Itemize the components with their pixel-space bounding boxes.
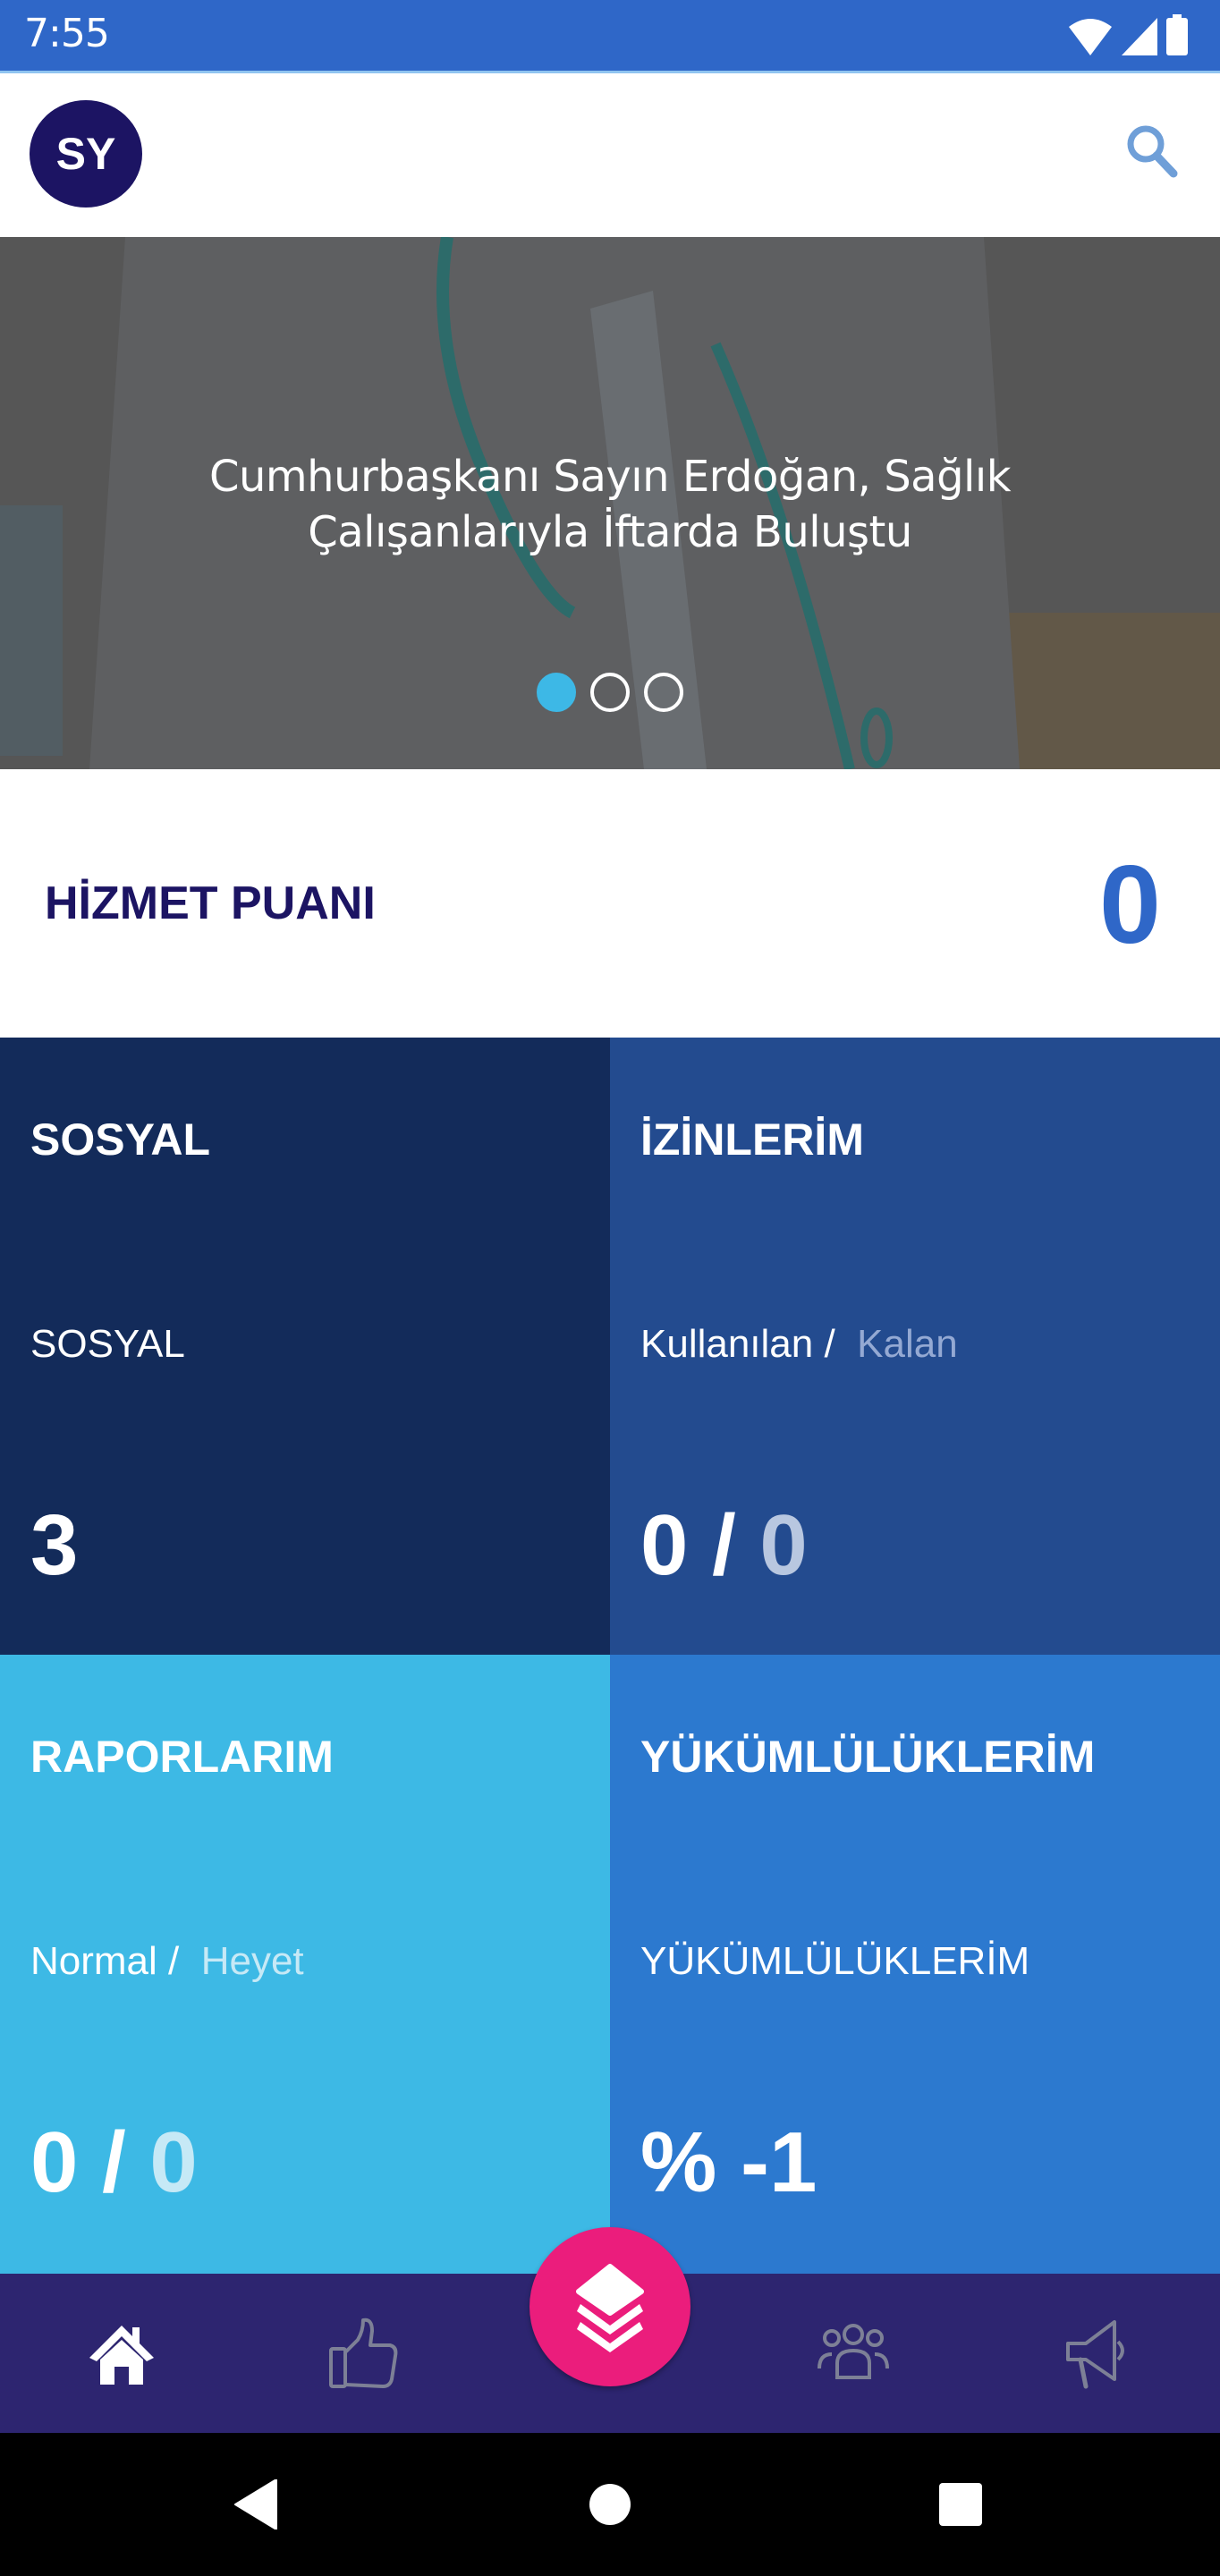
search-button[interactable] [1122,120,1184,182]
megaphone-icon [1066,2320,1124,2389]
signal-icon [1122,18,1157,55]
tile-value-separator: / [688,1497,760,1593]
news-headline[interactable]: Cumhurbaşkanı Sayın Erdoğan, Sağlık Çalı… [0,449,1220,560]
tile-value-primary: % -1 [640,2114,818,2210]
recents-icon [939,2483,982,2526]
nav-home[interactable] [77,2309,166,2399]
tile-subtitle-secondary: Heyet [200,1939,304,1983]
nav-likes[interactable] [318,2309,408,2399]
news-carousel[interactable]: Cumhurbaşkanı Sayın Erdoğan, Sağlık Çalı… [0,237,1220,769]
nav-groups[interactable] [809,2309,898,2399]
carousel-dot-2[interactable] [590,673,630,712]
tile-value: % -1 [640,2120,817,2206]
tile-yukumluluklerim[interactable]: YÜKÜMLÜLÜKLERİM YÜKÜMLÜLÜKLERİM % -1 [610,1655,1220,2274]
tile-sosyal[interactable]: SOSYAL SOSYAL 3 [0,1038,610,1655]
tile-subtitle-secondary: Kalan [857,1322,958,1366]
system-navigation-bar [0,2433,1220,2576]
tile-value-primary: 0 [640,1497,689,1593]
news-headline-line2: Çalışanlarıyla İftarda Buluştu [308,507,912,557]
status-time: 7:55 [24,11,110,56]
tile-value: 3 [30,1503,78,1589]
service-score-label: HİZMET PUANI [45,877,376,929]
tile-value-secondary: 0 [149,2114,198,2210]
tile-izinlerim[interactable]: İZİNLERİM Kullanılan / Kalan 0 / 0 [610,1038,1220,1655]
service-score-value: 0 [1099,843,1161,967]
tile-title: RAPORLARIM [30,1732,334,1782]
tile-value: 0 / 0 [30,2120,198,2206]
menu-fab[interactable] [530,2227,690,2386]
home-circle-icon [589,2484,631,2525]
tile-subtitle-primary: Normal / [30,1939,180,1983]
search-icon [1127,125,1178,178]
tile-title: SOSYAL [30,1114,211,1165]
battery-icon [1166,14,1188,55]
home-screen: 7:55 SY Cumhurbaşkanı Sayın Erdoğan, Sağ… [0,0,1220,2576]
tile-subtitle-primary: YÜKÜMLÜLÜKLERİM [640,1939,1030,1983]
tile-subtitle-primary: Kullanılan / [640,1322,835,1366]
tile-value-primary: 0 [30,2114,79,2210]
tile-subtitle-primary: SOSYAL [30,1322,185,1366]
news-headline-line1: Cumhurbaşkanı Sayın Erdoğan, Sağlık [208,452,1012,502]
avatar-initials: SY [55,129,116,179]
carousel-dot-3[interactable] [644,673,683,712]
thumbs-up-icon [329,2318,398,2388]
status-bar: 7:55 [0,0,1220,71]
system-recents-button[interactable] [934,2478,987,2531]
tile-subtitle: YÜKÜMLÜLÜKLERİM [640,1939,1029,1984]
tile-value-primary: 3 [30,1497,79,1593]
app-bar: SY [0,71,1220,237]
nav-announcements[interactable] [1052,2309,1141,2399]
tile-value: 0 / 0 [640,1503,808,1589]
avatar[interactable]: SY [30,100,142,208]
tile-subtitle: SOSYAL [30,1322,185,1367]
service-score-card[interactable]: HİZMET PUANI 0 [0,769,1220,1038]
tile-value-secondary: 0 [759,1497,808,1593]
wifi-icon [1069,19,1112,55]
carousel-indicators [0,673,1220,712]
tile-raporlarim[interactable]: RAPORLARIM Normal / Heyet 0 / 0 [0,1655,610,2274]
group-icon [818,2324,889,2379]
tile-value-separator: / [78,2114,150,2210]
back-icon [234,2479,277,2529]
system-home-button[interactable] [583,2478,637,2531]
layers-icon [576,2264,644,2352]
tile-title: YÜKÜMLÜLÜKLERİM [640,1732,1096,1782]
home-icon [89,2326,154,2385]
tile-subtitle: Normal / Heyet [30,1939,304,1984]
status-icons [1068,14,1188,55]
tile-title: İZİNLERİM [640,1114,864,1165]
system-back-button[interactable] [229,2478,283,2531]
carousel-dot-1[interactable] [537,673,576,712]
tile-subtitle: Kullanılan / Kalan [640,1322,958,1367]
